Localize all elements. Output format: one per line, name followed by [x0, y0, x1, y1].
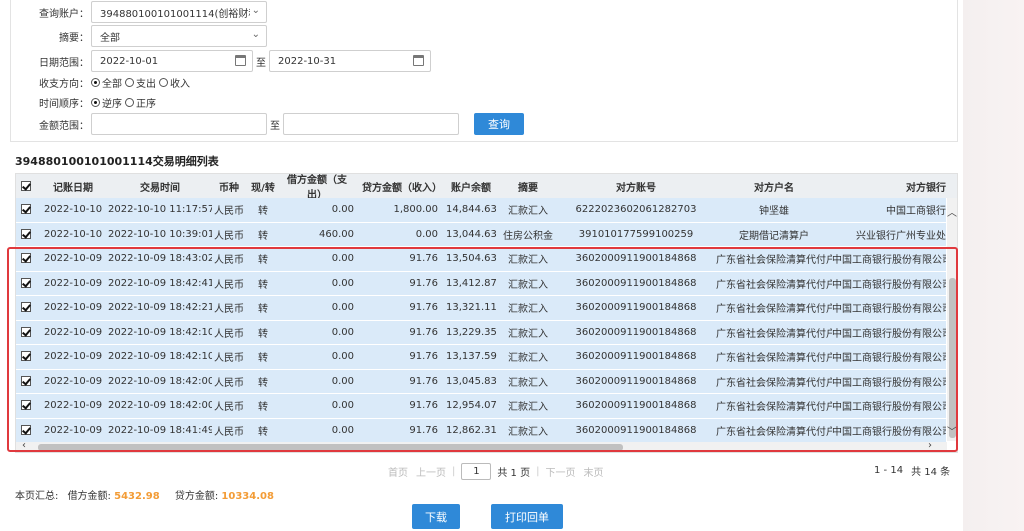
row-checkbox[interactable] [21, 351, 31, 362]
pagination: 首页 上一页 | 1 共 1 页 | 下一页 末页 [388, 463, 603, 480]
order-asc-radio[interactable]: 正序 [125, 95, 156, 110]
row-checkbox[interactable] [21, 228, 31, 239]
col-counter-name[interactable]: 对方户名 [716, 179, 832, 194]
direction-label: 收支方向： [39, 78, 89, 90]
row-checkbox[interactable] [21, 277, 31, 288]
amount-min-input[interactable] [91, 113, 267, 135]
download-button[interactable]: 下载 [412, 504, 460, 529]
table-row[interactable]: 2022-10-09 2022-10-09 18:43:02 人民币转 0.00 91.… [16, 247, 946, 272]
summary-label: 摘要： [59, 32, 89, 44]
table-row[interactable]: 2022-10-09 2022-10-09 18:42:21 人民币转 0.00 91.… [16, 296, 946, 321]
chevron-down-icon: ⌄ [251, 29, 260, 40]
calendar-icon[interactable] [235, 55, 246, 66]
account-select[interactable]: 394880100101001114(创裕财税科 ⌄ [91, 1, 267, 23]
select-all-checkbox[interactable] [21, 180, 31, 191]
table-row[interactable]: 2022-10-09 2022-10-09 18:42:00 人民币转 0.00 91.… [16, 394, 946, 419]
table-row[interactable]: 2022-10-09 2022-10-09 18:42:10 人民币转 0.00 91.… [16, 345, 946, 370]
summary-select[interactable]: 全部 ⌄ [91, 25, 267, 47]
col-cash-transfer[interactable]: 现/转 [246, 179, 280, 194]
order-desc-radio[interactable]: 逆序 [91, 95, 122, 110]
table-body: 2022-10-10 2022-10-10 11:17:57 人民币转 0.00 1,8… [16, 198, 946, 443]
date-from-input[interactable]: 2022-10-01 [91, 50, 253, 72]
table-row[interactable]: 2022-10-09 2022-10-09 18:42:00 人民币转 0.00 91.… [16, 369, 946, 394]
col-balance[interactable]: 账户余额 [446, 179, 500, 194]
search-button[interactable]: 查询 [474, 113, 524, 135]
direction-income-radio[interactable]: 收入 [159, 75, 190, 90]
table-row[interactable]: 2022-10-10 2022-10-10 11:17:57 人民币转 0.00 1,8… [16, 198, 946, 223]
prev-page-link[interactable]: 上一页 [416, 464, 446, 479]
amount-label: 金额范围： [39, 120, 89, 132]
col-trade-time[interactable]: 交易时间 [108, 179, 212, 194]
list-title: 394880100101001114交易明细列表 [15, 155, 219, 168]
total-pages: 共 1 页 [497, 468, 531, 479]
table-row[interactable]: 2022-10-09 2022-10-09 18:42:10 人民币转 0.00 91.… [16, 320, 946, 345]
table-header: 记账日期 交易时间 币种 现/转 借方金额（支出） 贷方金额（收入） 账户余额 … [16, 174, 957, 201]
row-checkbox[interactable] [21, 204, 31, 215]
date-separator: 至 [256, 57, 266, 69]
scroll-down-icon[interactable]: ﹀ [947, 423, 957, 438]
row-checkbox[interactable] [21, 253, 31, 264]
amount-separator: 至 [270, 120, 280, 132]
horizontal-scrollbar[interactable]: ‹ › [16, 440, 947, 452]
right-gutter [963, 0, 1024, 531]
horizontal-scroll-thumb[interactable] [38, 444, 623, 451]
table-row[interactable]: 2022-10-09 2022-10-09 18:42:41 人民币转 0.00 91.… [16, 271, 946, 296]
direction-all-radio[interactable]: 全部 [91, 75, 122, 90]
calendar-icon[interactable] [413, 55, 424, 66]
row-checkbox[interactable] [21, 302, 31, 313]
record-count: 1 - 14 共 14 条 [874, 465, 951, 478]
next-page-link[interactable]: 下一页 [545, 464, 575, 479]
direction-expense-radio[interactable]: 支出 [125, 75, 156, 90]
amount-max-input[interactable] [283, 113, 459, 135]
account-label: 查询账户： [39, 8, 89, 20]
col-counter-bank[interactable]: 对方银行 [832, 179, 946, 194]
col-post-date[interactable]: 记账日期 [38, 179, 108, 194]
scroll-left-icon[interactable]: ‹ [22, 440, 26, 451]
table-row[interactable]: 2022-10-10 2022-10-10 10:39:01 人民币转 460.00 0… [16, 222, 946, 247]
table-row[interactable]: 2022-10-09 2022-10-09 18:41:49 人民币转 0.00 91.… [16, 418, 946, 443]
date-label: 日期范围： [39, 57, 89, 69]
transaction-table: 记账日期 交易时间 币种 现/转 借方金额（支出） 贷方金额（收入） 账户余额 … [15, 173, 958, 453]
debit-total: 5432.98 [114, 491, 160, 502]
chevron-down-icon: ⌄ [251, 5, 260, 16]
col-counter-account[interactable]: 对方账号 [556, 179, 716, 194]
print-receipt-button[interactable]: 打印回单 [491, 504, 563, 529]
vertical-scrollbar[interactable]: ︿ ﹀ [947, 198, 957, 441]
scroll-up-icon[interactable]: ︿ [947, 204, 957, 219]
col-summary[interactable]: 摘要 [500, 179, 556, 194]
scroll-right-icon[interactable]: › [928, 440, 932, 451]
first-page-link[interactable]: 首页 [388, 464, 408, 479]
page-summary: 本页汇总: 借方金额: 5432.98 贷方金额: 10334.08 [15, 491, 274, 502]
page-number-input[interactable]: 1 [461, 463, 492, 480]
col-currency[interactable]: 币种 [212, 179, 246, 194]
date-to-input[interactable]: 2022-10-31 [269, 50, 431, 72]
col-debit[interactable]: 借方金额（支出） [280, 174, 362, 201]
row-checkbox[interactable] [21, 375, 31, 386]
row-checkbox[interactable] [21, 326, 31, 337]
order-label: 时间顺序： [39, 98, 89, 110]
query-form: 查询账户： 394880100101001114(创裕财税科 ⌄ 摘要： 全部 … [10, 0, 958, 142]
vertical-scroll-thumb[interactable] [949, 278, 956, 438]
row-checkbox[interactable] [21, 400, 31, 411]
col-credit[interactable]: 贷方金额（收入） [362, 179, 446, 194]
row-checkbox[interactable] [21, 424, 31, 435]
last-page-link[interactable]: 末页 [583, 464, 603, 479]
credit-total: 10334.08 [221, 491, 274, 502]
